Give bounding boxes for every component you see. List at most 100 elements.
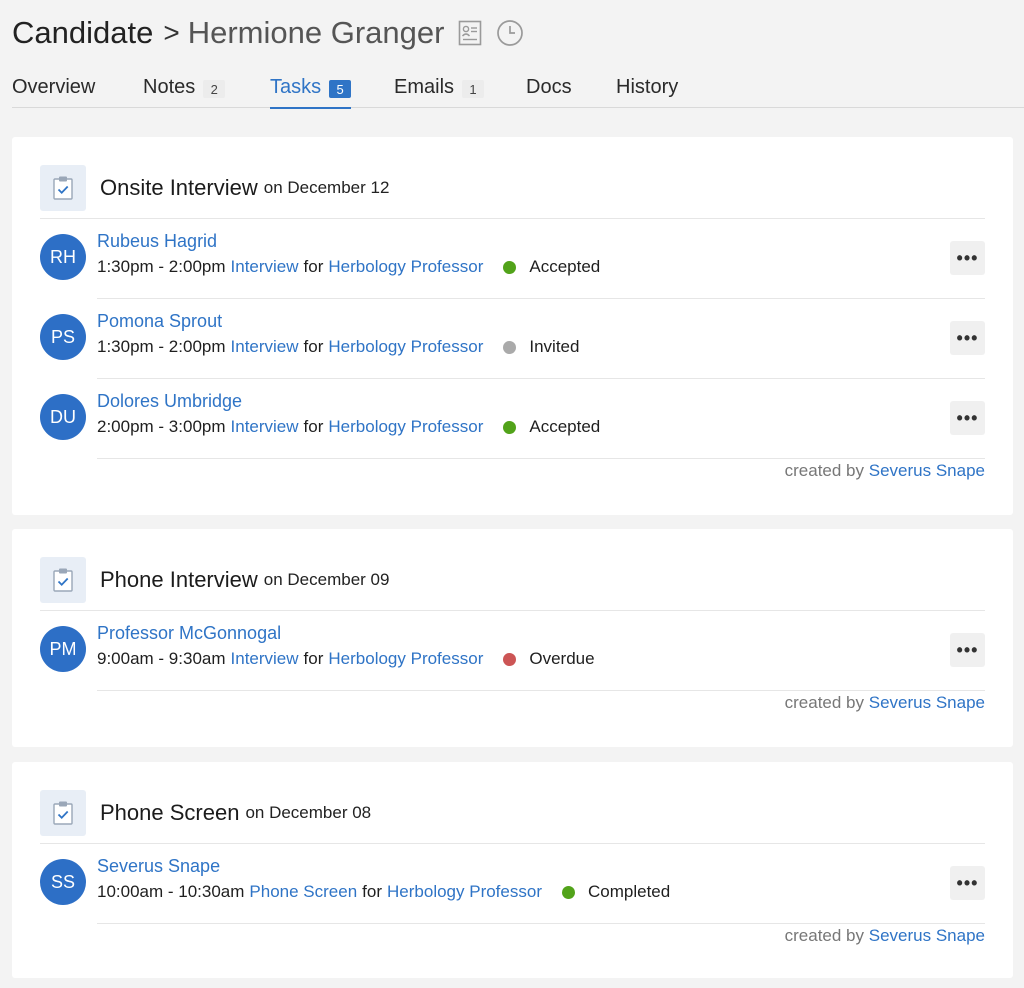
candidate-name: Hermione Granger <box>187 15 445 50</box>
task-row: DU Dolores Umbridge 2:00pm - 3:00pm Inte… <box>40 379 985 459</box>
divider <box>97 923 985 924</box>
task-date: on December 09 <box>263 570 390 589</box>
created-by-label: created by <box>784 926 865 945</box>
interviewer-link[interactable]: Rubeus Hagrid <box>97 231 217 252</box>
task-card: Phone Interview on December 09 PM Profes… <box>12 529 1013 747</box>
tab-tasks[interactable]: Tasks 5 <box>270 76 352 109</box>
tab-label: History <box>616 76 679 98</box>
interview-type-link[interactable]: Phone Screen <box>249 882 357 902</box>
task-row: PS Pomona Sprout 1:30pm - 2:00pm Intervi… <box>40 299 985 379</box>
more-options-button[interactable]: ••• <box>950 866 985 900</box>
more-options-button[interactable]: ••• <box>950 401 985 435</box>
avatar: DU <box>40 394 86 440</box>
interview-type-link[interactable]: Interview <box>231 257 299 277</box>
interviewer-link[interactable]: Professor McGonnogal <box>97 623 281 644</box>
task-date: on December 08 <box>245 803 372 822</box>
status-label: Completed <box>587 882 671 901</box>
clipboard-check-icon <box>40 557 86 603</box>
divider <box>97 690 985 691</box>
clipboard-check-icon <box>40 790 86 836</box>
task-details: 10:00am - 10:30am Phone Screen for Herbo… <box>97 882 670 902</box>
task-card-header: Onsite Interview on December 12 <box>40 165 389 211</box>
for-label: for <box>362 882 383 901</box>
tab-bar: Overview Notes 2 Tasks 5 Emails 1 Docs H… <box>12 76 1024 109</box>
tab-count-badge: 5 <box>329 80 352 98</box>
task-row: SS Severus Snape 10:00am - 10:30am Phone… <box>40 844 985 924</box>
job-link[interactable]: Herbology Professor <box>328 337 483 357</box>
creator-link[interactable]: Severus Snape <box>869 693 985 712</box>
time-range: 9:00am - 9:30am <box>97 649 226 668</box>
task-date: on December 12 <box>263 178 390 197</box>
status-label: Overdue <box>529 649 595 668</box>
interviewer-link[interactable]: Pomona Sprout <box>97 311 222 332</box>
interviewer-link[interactable]: Severus Snape <box>97 856 220 877</box>
status-dot-icon <box>503 420 517 434</box>
created-by: created by Severus Snape <box>785 461 985 481</box>
task-details: 2:00pm - 3:00pm Interview for Herbology … <box>97 417 600 437</box>
tab-label: Notes <box>143 76 196 98</box>
divider <box>97 458 985 459</box>
task-row: PM Professor McGonnogal 9:00am - 9:30am … <box>40 611 985 691</box>
avatar: PS <box>40 314 86 360</box>
avatar: PM <box>40 626 86 672</box>
interview-type-link[interactable]: Interview <box>231 649 299 669</box>
avatar: RH <box>40 234 86 280</box>
more-options-button[interactable]: ••• <box>950 321 985 355</box>
task-card-header: Phone Interview on December 09 <box>40 557 389 603</box>
status-dot-icon <box>503 260 517 274</box>
clock-icon[interactable] <box>496 19 524 47</box>
tab-history[interactable]: History <box>616 76 678 108</box>
time-range: 1:30pm - 2:00pm <box>97 257 226 276</box>
interviewer-link[interactable]: Dolores Umbridge <box>97 391 242 412</box>
interview-type-link[interactable]: Interview <box>231 337 299 357</box>
status-dot-icon <box>503 652 517 666</box>
time-range: 10:00am - 10:30am <box>97 882 245 901</box>
tab-label: Emails <box>394 76 455 98</box>
created-by-label: created by <box>784 461 865 480</box>
created-by: created by Severus Snape <box>785 693 985 713</box>
task-title: Phone Interview <box>100 567 258 592</box>
job-link[interactable]: Herbology Professor <box>387 882 542 902</box>
task-card-header: Phone Screen on December 08 <box>40 790 371 836</box>
creator-link[interactable]: Severus Snape <box>869 926 985 945</box>
tab-label: Tasks <box>270 76 322 98</box>
time-range: 2:00pm - 3:00pm <box>97 417 226 436</box>
time-range: 1:30pm - 2:00pm <box>97 337 226 356</box>
tab-docs[interactable]: Docs <box>526 76 572 108</box>
task-details: 9:00am - 9:30am Interview for Herbology … <box>97 649 595 669</box>
tab-count-badge: 2 <box>203 80 226 98</box>
job-link[interactable]: Herbology Professor <box>328 417 483 437</box>
job-link[interactable]: Herbology Professor <box>328 649 483 669</box>
job-link[interactable]: Herbology Professor <box>328 257 483 277</box>
tab-overview[interactable]: Overview <box>12 76 95 108</box>
avatar: SS <box>40 859 86 905</box>
breadcrumb-separator: > <box>163 17 180 48</box>
tab-label: Docs <box>526 76 572 98</box>
page-header: Candidate > Hermione Granger <box>12 12 524 54</box>
for-label: for <box>303 337 324 356</box>
status-dot-icon <box>503 340 517 354</box>
status-label: Invited <box>529 337 580 356</box>
created-by-label: created by <box>784 693 865 712</box>
status-label: Accepted <box>529 417 601 436</box>
more-options-button[interactable]: ••• <box>950 241 985 275</box>
interview-type-link[interactable]: Interview <box>231 417 299 437</box>
task-card: Phone Screen on December 08 SS Severus S… <box>12 762 1013 978</box>
for-label: for <box>303 257 324 276</box>
tab-notes[interactable]: Notes 2 <box>143 76 226 108</box>
task-details: 1:30pm - 2:00pm Interview for Herbology … <box>97 257 600 277</box>
created-by: created by Severus Snape <box>785 926 985 946</box>
clipboard-check-icon <box>40 165 86 211</box>
tab-count-badge: 1 <box>462 80 485 98</box>
id-card-icon[interactable] <box>458 20 482 46</box>
task-title: Phone Screen <box>100 800 240 825</box>
status-label: Accepted <box>529 257 601 276</box>
for-label: for <box>303 649 324 668</box>
breadcrumb-section[interactable]: Candidate <box>12 15 153 51</box>
more-options-button[interactable]: ••• <box>950 633 985 667</box>
task-title: Onsite Interview <box>100 175 258 200</box>
for-label: for <box>303 417 324 436</box>
tab-emails[interactable]: Emails 1 <box>394 76 485 108</box>
status-dot-icon <box>561 885 575 899</box>
creator-link[interactable]: Severus Snape <box>869 461 985 480</box>
